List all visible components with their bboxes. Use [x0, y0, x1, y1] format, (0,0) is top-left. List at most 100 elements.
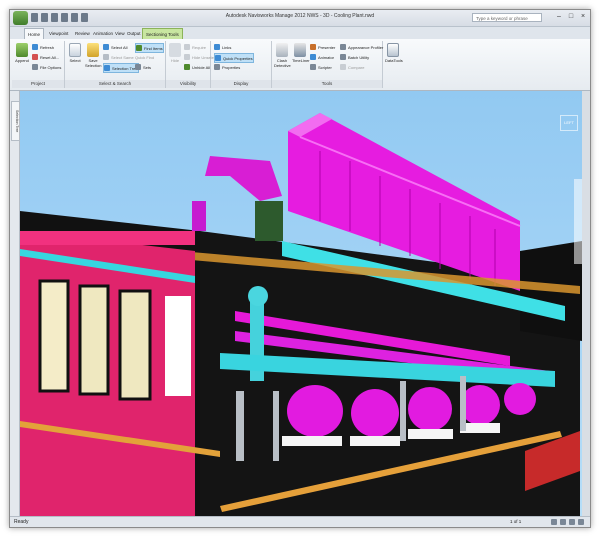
find-items-button[interactable]: Find Items [135, 43, 164, 53]
clash-detective-button[interactable]: Clash Detective [274, 43, 291, 68]
find-items-label: Find Items [144, 45, 163, 51]
datatools-label: DataTools [385, 58, 403, 63]
animator-label: Animator [318, 54, 335, 60]
tab-output[interactable]: Output [124, 28, 144, 39]
navigation-bar[interactable] [574, 179, 582, 264]
hide-unselected-icon [184, 54, 190, 60]
status-text: Ready [14, 519, 29, 525]
appearance-profiler-button[interactable]: Appearance Profiler [340, 43, 383, 51]
pencil-icon[interactable] [551, 519, 557, 525]
refresh-label: Refresh [40, 44, 55, 50]
visibility-panel: Hide Require Hide Unselected Unhide All … [166, 41, 221, 88]
append-button[interactable]: Append [14, 43, 30, 63]
display-panel-label[interactable]: Display [211, 80, 271, 88]
unhide-all-button[interactable]: Unhide All [184, 63, 210, 71]
tools-panel-label[interactable]: Tools [272, 80, 382, 88]
viewcube[interactable]: LEFT [560, 115, 578, 131]
green-panel [255, 201, 283, 241]
selection-tree-label: Selection Tree [112, 65, 138, 71]
compare-button[interactable]: Compare [340, 63, 364, 71]
selection-tree-tab[interactable]: Selection Tree [11, 101, 20, 141]
unhide-all-icon [184, 64, 190, 70]
timeliner-label: TimeLiner [292, 58, 310, 63]
properties-icon [214, 64, 220, 70]
hide-icon [169, 43, 181, 57]
cooling-plant-model [20, 91, 582, 517]
appearance-profiler-label: Appearance Profiler [348, 44, 384, 50]
file-options-button[interactable]: File Options [32, 63, 61, 71]
timeliner-button[interactable]: TimeLiner [292, 43, 310, 63]
selection-tree-button[interactable]: Selection Tree [103, 63, 139, 73]
status-bar: Ready 1 of 1 [10, 516, 590, 527]
reset-all-label: Reset All... [40, 54, 60, 60]
tools-panel: Clash Detective TimeLiner Presenter Anim… [272, 41, 383, 88]
save-selection-label: Save Selection [85, 58, 102, 68]
require-icon [184, 44, 190, 50]
project-panel-label[interactable]: Project [12, 80, 64, 88]
refresh-icon [32, 44, 38, 50]
quick-find-input[interactable]: Quick Find [135, 53, 154, 61]
batch-utility-label: Batch Utility [348, 54, 370, 60]
batch-utility-icon [340, 54, 346, 60]
select-button[interactable]: Select [67, 43, 83, 63]
select-same-icon [103, 54, 109, 60]
grid-icon[interactable] [578, 519, 584, 525]
display-panel: Links Quick Properties Properties Displa… [211, 41, 272, 88]
status-icons [551, 519, 584, 525]
page-counter: 1 of 1 [510, 519, 522, 524]
save-selection-button[interactable]: Save Selection [85, 43, 101, 68]
sets-icon [135, 64, 141, 70]
select-search-panel: Select Save Selection Select All Select … [65, 41, 166, 88]
datatools-panel: DataTools [383, 41, 403, 88]
select-all-button[interactable]: Select All [103, 43, 127, 51]
quick-properties-button[interactable]: Quick Properties [214, 53, 254, 63]
append-label: Append [15, 58, 29, 63]
select-all-label: Select All [111, 44, 128, 50]
visibility-panel-label[interactable]: Visibility [166, 80, 210, 88]
window-3 [120, 291, 150, 399]
memory-icon[interactable] [569, 519, 575, 525]
presenter-button[interactable]: Presenter [310, 43, 335, 51]
window-1 [40, 281, 68, 391]
disk-icon[interactable] [560, 519, 566, 525]
select-search-panel-label[interactable]: Select & Search [65, 80, 165, 88]
datatools-icon [387, 43, 399, 57]
project-panel: Append Refresh Reset All... File Options… [12, 41, 65, 88]
save-selection-icon [87, 43, 99, 57]
properties-label: Properties [222, 64, 241, 70]
sets-label: Sets [143, 64, 152, 70]
ribbon: Append Refresh Reset All... File Options… [10, 39, 590, 91]
right-dock-bar [582, 91, 590, 517]
compare-label: Compare [348, 64, 365, 70]
close-icon[interactable]: × [579, 13, 587, 21]
quick-properties-label: Quick Properties [223, 55, 253, 61]
require-button[interactable]: Require [184, 43, 206, 51]
file-options-icon [32, 64, 38, 70]
hide-button[interactable]: Hide [167, 43, 183, 63]
scripter-button[interactable]: Scripter [310, 63, 332, 71]
hide-label: Hide [170, 58, 180, 63]
tab-viewpoint[interactable]: Viewpoint [46, 28, 71, 39]
links-button[interactable]: Links [214, 43, 231, 51]
select-same-label: Select Same [111, 54, 134, 60]
minimize-icon[interactable]: – [555, 13, 563, 21]
sets-button[interactable]: Sets [135, 63, 151, 71]
reset-all-button[interactable]: Reset All... [32, 53, 59, 61]
scene-viewport[interactable]: LEFT [20, 91, 582, 517]
presenter-label: Presenter [318, 44, 336, 50]
search-input[interactable]: Type a keyword or phrase [472, 13, 542, 22]
clash-detective-label: Clash Detective [274, 58, 291, 68]
datatools-button[interactable]: DataTools [385, 43, 403, 63]
batch-utility-button[interactable]: Batch Utility [340, 53, 369, 61]
compare-icon [340, 64, 346, 70]
select-same-button[interactable]: Select Same [103, 53, 134, 61]
scripter-label: Scripter [318, 64, 332, 70]
properties-button[interactable]: Properties [214, 63, 240, 71]
refresh-button[interactable]: Refresh [32, 43, 54, 51]
application-window: Autodesk Navisworks Manage 2012 NWS - 3D… [9, 9, 591, 528]
animator-button[interactable]: Animator [310, 53, 334, 61]
left-dock-bar: Selection Tree [10, 91, 20, 517]
maximize-icon[interactable]: □ [567, 13, 575, 21]
window-4 [165, 296, 191, 396]
window-2 [80, 286, 108, 394]
